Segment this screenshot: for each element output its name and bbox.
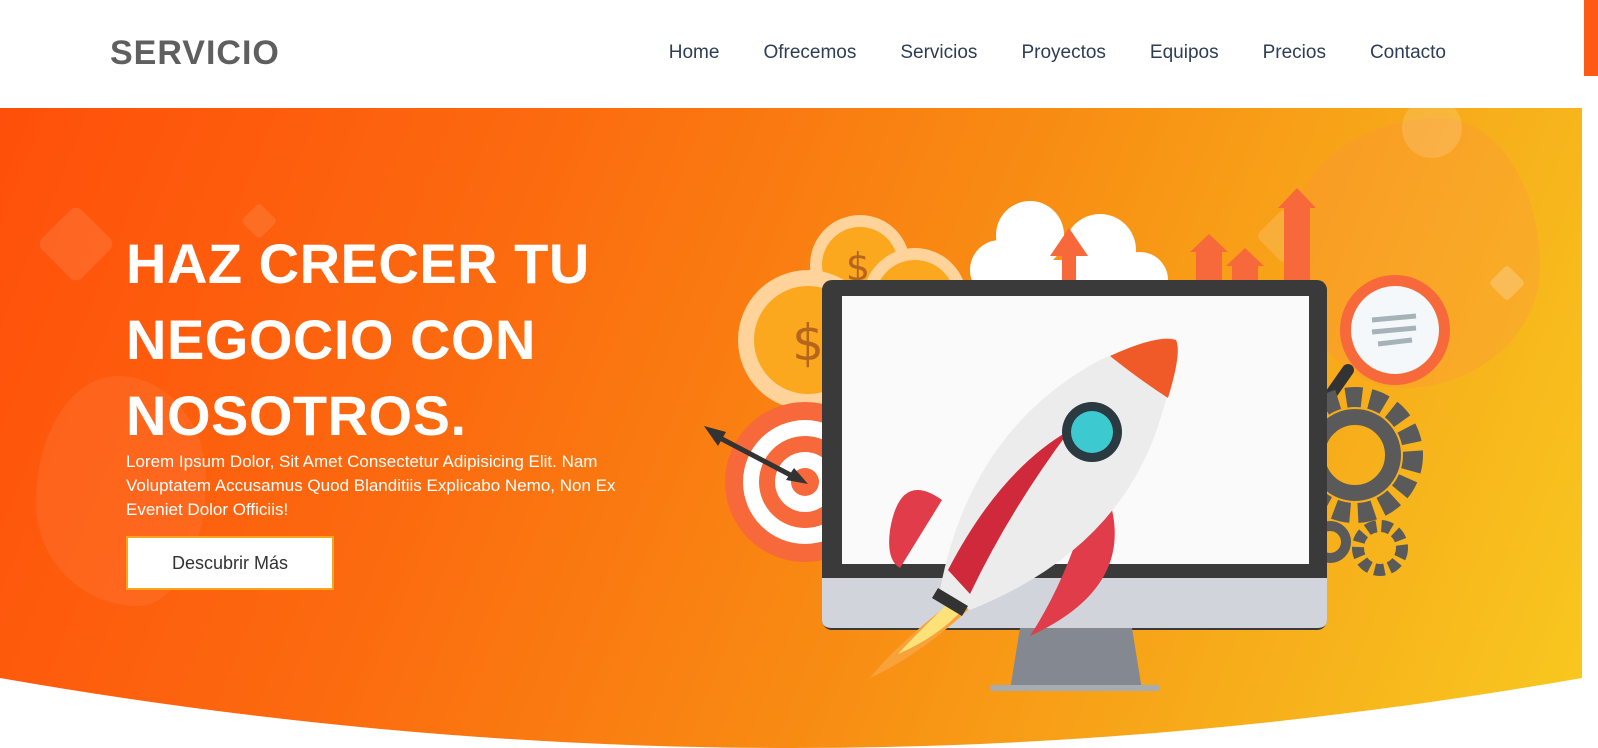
nav-contacto[interactable]: Contacto bbox=[1370, 42, 1446, 64]
magnifier-icon bbox=[1314, 275, 1450, 416]
hero-wave-divider bbox=[0, 678, 1582, 748]
nav-ofrecemos[interactable]: Ofrecemos bbox=[763, 42, 856, 64]
discover-more-button[interactable]: Descubrir Más bbox=[126, 536, 334, 590]
nav-precios[interactable]: Precios bbox=[1263, 42, 1326, 64]
nav-proyectos[interactable]: Proyectos bbox=[1021, 42, 1105, 64]
coin-symbol: $ bbox=[792, 314, 824, 372]
main-nav: Home Ofrecemos Servicios Proyectos Equip… bbox=[669, 42, 1446, 64]
hero-section: HAZ CRECER TU NEGOCIO CON NOSOTROS. Lore… bbox=[0, 108, 1582, 748]
hero-description: Lorem Ipsum Dolor, Sit Amet Consectetur … bbox=[126, 452, 616, 519]
hero-title-line: NOSOTROS. bbox=[126, 384, 467, 447]
site-logo[interactable]: SERVICIO bbox=[110, 34, 280, 73]
hero-title-line: HAZ CRECER TU bbox=[126, 232, 590, 295]
nav-servicios[interactable]: Servicios bbox=[900, 42, 977, 64]
page: SERVICIO Home Ofrecemos Servicios Proyec… bbox=[0, 0, 1598, 748]
hero-title: HAZ CRECER TU NEGOCIO CON NOSOTROS. bbox=[126, 226, 686, 454]
nav-home[interactable]: Home bbox=[669, 42, 720, 64]
hero-title-line: NEGOCIO CON bbox=[126, 308, 536, 371]
scrollbar-thumb[interactable] bbox=[1584, 0, 1598, 76]
site-header: SERVICIO Home Ofrecemos Servicios Proyec… bbox=[0, 0, 1582, 108]
decorative-diamond bbox=[36, 204, 116, 284]
growth-illustration: $ $ bbox=[704, 188, 1450, 691]
nav-equipos[interactable]: Equipos bbox=[1150, 42, 1219, 64]
